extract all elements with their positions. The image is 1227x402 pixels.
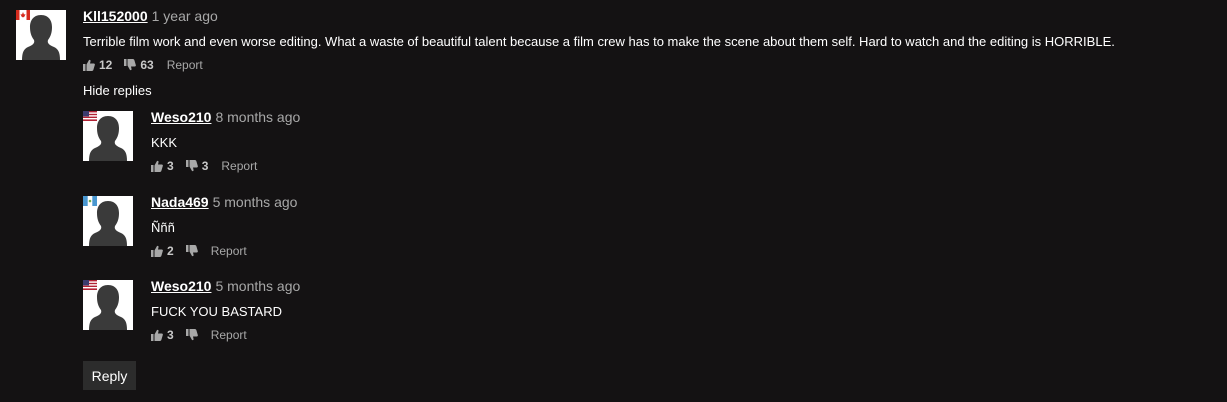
dislike-button[interactable]: 3 — [186, 159, 209, 173]
reply-button[interactable]: Reply — [83, 361, 136, 390]
dislike-button[interactable] — [186, 245, 202, 257]
avatar[interactable] — [16, 10, 66, 60]
like-count: 12 — [99, 58, 113, 72]
like-button[interactable]: 2 — [151, 244, 174, 258]
usa-flag-icon — [83, 280, 97, 290]
reply-username[interactable]: Weso210 — [151, 109, 211, 125]
like-button[interactable]: 3 — [151, 159, 174, 173]
avatar[interactable] — [83, 111, 133, 161]
thumbs-down-icon — [186, 160, 198, 172]
thumbs-up-icon — [151, 329, 163, 341]
reply-username[interactable]: Nada469 — [151, 194, 209, 210]
report-link[interactable]: Report — [221, 159, 257, 173]
thumbs-up-icon — [83, 59, 95, 71]
reply-timestamp: 5 months ago — [212, 194, 298, 210]
usa-flag-icon — [83, 111, 97, 121]
avatar[interactable] — [83, 196, 133, 246]
avatar[interactable] — [83, 280, 133, 330]
like-button[interactable]: 12 — [83, 58, 112, 72]
guatemala-flag-icon — [83, 196, 97, 206]
hide-replies-link[interactable]: Hide replies — [83, 83, 152, 98]
report-link[interactable]: Report — [211, 244, 247, 258]
reply-username[interactable]: Weso210 — [151, 278, 211, 294]
reply-text: FUCK YOU BASTARD — [151, 304, 282, 319]
dislike-button[interactable]: 63 — [124, 58, 154, 72]
like-count: 3 — [167, 159, 174, 173]
dislike-count: 3 — [201, 159, 209, 173]
thumbs-down-icon — [124, 59, 136, 71]
reply-timestamp: 5 months ago — [215, 278, 301, 294]
comment-timestamp: 1 year ago — [151, 8, 218, 24]
reply-timestamp: 8 months ago — [215, 109, 301, 125]
like-button[interactable]: 3 — [151, 328, 174, 342]
comment-username[interactable]: Kll152000 — [83, 8, 148, 24]
reply-text: KKK — [151, 135, 178, 150]
thumbs-up-icon — [151, 160, 163, 172]
thumbs-down-icon — [186, 245, 198, 257]
canada-flag-icon — [16, 10, 30, 20]
report-link[interactable]: Report — [167, 58, 203, 72]
comment-text: Terrible film work and even worse editin… — [83, 34, 1115, 49]
reply-text: Ñññ — [151, 220, 175, 235]
thumbs-up-icon — [151, 245, 163, 257]
report-link[interactable]: Report — [211, 328, 247, 342]
like-count: 3 — [167, 328, 174, 342]
dislike-count: 63 — [140, 58, 154, 72]
thumbs-down-icon — [186, 329, 198, 341]
like-count: 2 — [167, 244, 174, 258]
dislike-button[interactable] — [186, 329, 202, 341]
